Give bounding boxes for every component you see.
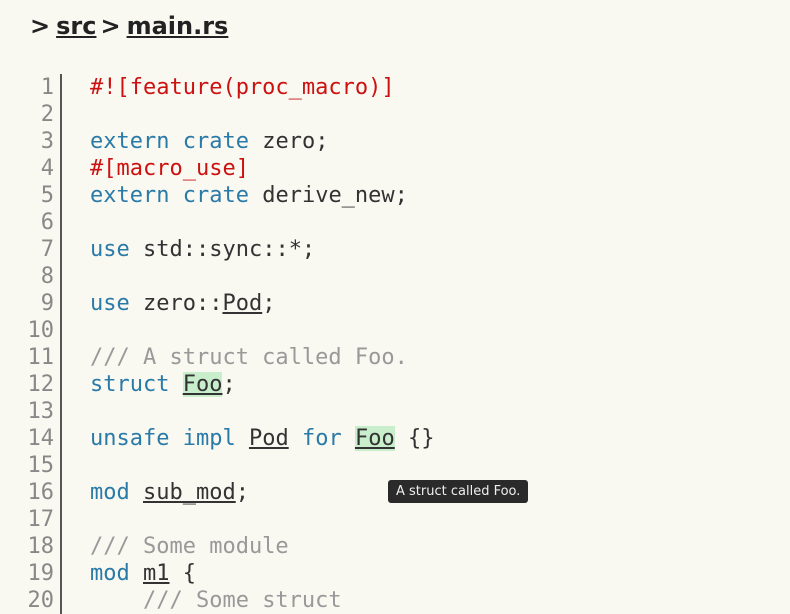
- breadcrumb: > src > main.rs: [0, 0, 790, 46]
- keyword: mod: [90, 480, 130, 505]
- doc-comment: /// Some struct: [143, 588, 342, 613]
- line-number: 19: [10, 560, 54, 587]
- line-number: 4: [10, 155, 54, 182]
- code-line: #[macro_use]: [90, 155, 434, 182]
- type-link-pod[interactable]: Pod: [222, 291, 262, 316]
- line-number: 13: [10, 398, 54, 425]
- code-line: [90, 209, 434, 236]
- semicolon: ;: [222, 372, 235, 397]
- code-line: [90, 263, 434, 290]
- space: [169, 183, 182, 208]
- semicolon: ;: [262, 291, 275, 316]
- mod-link-m1[interactable]: m1: [143, 561, 170, 586]
- line-number: 17: [10, 506, 54, 533]
- line-number: 11: [10, 344, 54, 371]
- struct-def-foo[interactable]: Foo: [183, 372, 223, 397]
- line-number: 12: [10, 371, 54, 398]
- line-number: 7: [10, 236, 54, 263]
- type-link-foo[interactable]: Foo: [355, 426, 395, 451]
- hover-tooltip: A struct called Foo.: [388, 480, 528, 503]
- code-line: #![feature(proc_macro)]: [90, 74, 434, 101]
- doc-comment: /// Some module: [90, 534, 289, 559]
- keyword: struct: [90, 372, 169, 397]
- code-line: /// A struct called Foo.: [90, 344, 434, 371]
- breadcrumb-file[interactable]: main.rs: [127, 12, 229, 40]
- line-number: 5: [10, 182, 54, 209]
- space: [169, 426, 182, 451]
- space: [169, 372, 182, 397]
- line-number: 10: [10, 317, 54, 344]
- code-line: [90, 452, 434, 479]
- code-area: 1234567891011121314151617181920 #![featu…: [0, 46, 790, 614]
- line-number: 9: [10, 290, 54, 317]
- keyword: unsafe: [90, 426, 169, 451]
- code-line: mod sub_mod;: [90, 479, 434, 506]
- type-link-pod[interactable]: Pod: [249, 426, 289, 451]
- keyword: crate: [183, 129, 249, 154]
- code-line: use zero::Pod;: [90, 290, 434, 317]
- keyword: crate: [183, 183, 249, 208]
- code-line: unsafe impl Pod for Foo {}: [90, 425, 434, 452]
- semicolon: ;: [236, 480, 249, 505]
- line-number: 1: [10, 74, 54, 101]
- breadcrumb-sep: >: [30, 12, 50, 40]
- code-line: /// Some struct: [90, 587, 434, 614]
- code-line: mod m1 {: [90, 560, 434, 587]
- line-number-gutter: 1234567891011121314151617181920: [10, 74, 62, 614]
- path: zero::: [130, 291, 223, 316]
- attribute: #[macro_use]: [90, 156, 249, 181]
- code-line: [90, 101, 434, 128]
- doc-comment: /// A struct called Foo.: [90, 345, 408, 370]
- keyword: extern: [90, 183, 169, 208]
- line-number: 3: [10, 128, 54, 155]
- brace: {: [170, 561, 197, 586]
- code-line: extern crate zero;: [90, 128, 434, 155]
- indent: [90, 588, 143, 613]
- keyword: mod: [90, 561, 130, 586]
- line-number: 6: [10, 209, 54, 236]
- keyword: impl: [183, 426, 236, 451]
- space: [236, 426, 249, 451]
- space: [342, 426, 355, 451]
- keyword: for: [302, 426, 342, 451]
- breadcrumb-src[interactable]: src: [56, 12, 96, 40]
- space: [130, 561, 143, 586]
- line-number: 16: [10, 479, 54, 506]
- space: [169, 129, 182, 154]
- mod-link-sub-mod[interactable]: sub_mod: [143, 480, 236, 505]
- code-line: struct Foo;: [90, 371, 434, 398]
- keyword: use: [90, 291, 130, 316]
- code-line: [90, 506, 434, 533]
- code-line: use std::sync::*;: [90, 236, 434, 263]
- code-line: [90, 317, 434, 344]
- line-number: 15: [10, 452, 54, 479]
- code-body: #![feature(proc_macro)] extern crate zer…: [62, 74, 434, 614]
- space: [130, 480, 143, 505]
- line-number: 20: [10, 587, 54, 614]
- line-number: 14: [10, 425, 54, 452]
- line-number: 18: [10, 533, 54, 560]
- line-number: 8: [10, 263, 54, 290]
- ident: zero;: [249, 129, 328, 154]
- keyword: extern: [90, 129, 169, 154]
- path: std::sync::*;: [130, 237, 315, 262]
- code-line: /// Some module: [90, 533, 434, 560]
- braces: {}: [395, 426, 435, 451]
- ident: derive_new;: [249, 183, 408, 208]
- line-number: 2: [10, 101, 54, 128]
- breadcrumb-sep: >: [100, 12, 120, 40]
- keyword: use: [90, 237, 130, 262]
- code-line: extern crate derive_new;: [90, 182, 434, 209]
- attribute: #![feature(proc_macro)]: [90, 75, 395, 100]
- space: [289, 426, 302, 451]
- code-line: [90, 398, 434, 425]
